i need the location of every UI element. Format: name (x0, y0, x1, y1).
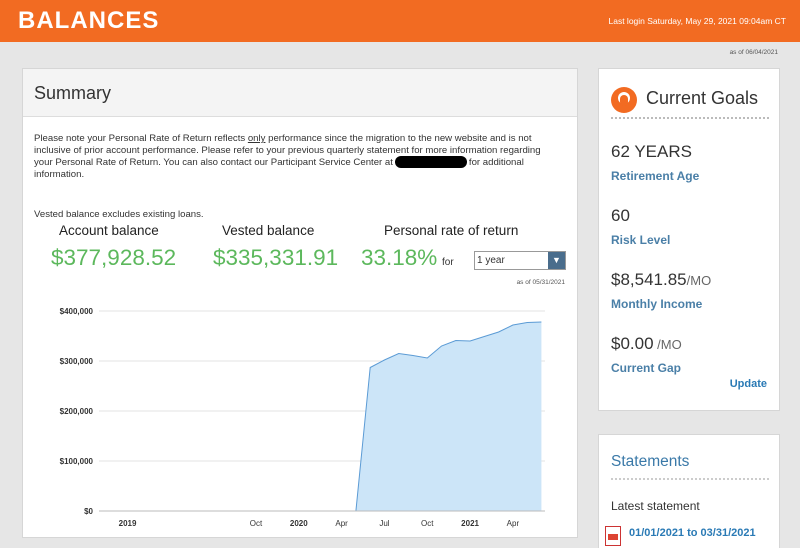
vested-balance-label: Vested balance (222, 223, 315, 238)
vested-note: Vested balance excludes existing loans. (34, 209, 204, 220)
rate-of-return-note: Please note your Personal Rate of Return… (34, 133, 554, 180)
note-underline: only (247, 133, 266, 144)
as-of-date: as of 06/04/2021 (729, 49, 778, 56)
risk-level-label: Risk Level (611, 233, 671, 247)
person-head-icon (611, 87, 637, 113)
goals-title: Current Goals (646, 88, 759, 108)
x-tick-label: Oct (421, 519, 434, 528)
period-select-value: 1 year (477, 255, 505, 266)
vested-balance-value: $335,331.91 (213, 245, 339, 270)
last-login-text: Last login Saturday, May 29, 2021 09:04a… (608, 16, 787, 26)
balance-area (113, 322, 542, 511)
statements-card: Statements Latest statement 01/01/2021 t… (598, 434, 780, 548)
statements-divider (611, 478, 769, 480)
period-select[interactable]: 1 year ▼ (474, 251, 566, 270)
monthly-income-unit: /MO (686, 273, 712, 288)
rate-of-return-value: 33.18% (361, 245, 438, 270)
y-tick-label: $100,000 (60, 457, 94, 466)
chart-as-of-date: as of 05/31/2021 (516, 279, 565, 286)
summary-card: Summary Please note your Personal Rate o… (22, 68, 578, 538)
x-tick-label: 2021 (461, 519, 479, 528)
monthly-income-label: Monthly Income (611, 297, 703, 311)
redacted-phone (394, 156, 467, 168)
balance-history-chart: $0 $100,000 $200,000 $300,000 $400,000 2019 Oc… (60, 307, 545, 528)
current-gap-unit: /MO (653, 337, 682, 352)
update-goals-link[interactable]: Update (730, 378, 767, 390)
account-balance-value: $377,928.52 (51, 245, 177, 270)
y-tick-label: $400,000 (60, 307, 94, 316)
page-title: BALANCES (18, 7, 160, 34)
x-tick-label: Jul (379, 519, 389, 528)
chevron-down-icon[interactable]: ▼ (548, 252, 565, 269)
x-tick-label: Oct (250, 519, 263, 528)
x-tick-label: 2019 (119, 519, 137, 528)
retirement-age-value: 62 YEARS (611, 142, 692, 161)
note-text-1: Please note your Personal Rate of Return… (34, 133, 248, 144)
pdf-icon[interactable] (605, 526, 621, 546)
current-gap-label: Current Gap (611, 361, 682, 375)
x-tick-label: 2020 (290, 519, 308, 528)
summary-header: Summary (23, 69, 577, 117)
rate-of-return-label: Personal rate of return (384, 223, 519, 238)
latest-statement-link[interactable]: 01/01/2021 to 03/31/2021 (629, 527, 756, 539)
current-goals-card: Current Goals 62 YEARS Retirement Age 60… (598, 68, 780, 411)
monthly-income-value: $8,541.85/MO (611, 270, 711, 290)
retirement-age-label: Retirement Age (611, 169, 700, 183)
current-gap-amount: $0.00 (611, 334, 654, 353)
top-bar: BALANCES Last login Saturday, May 29, 20… (0, 0, 800, 42)
y-tick-label: $0 (84, 507, 93, 516)
statements-title: Statements (611, 453, 690, 470)
account-balance-label: Account balance (59, 223, 159, 238)
risk-level-value: 60 (611, 206, 630, 225)
y-tick-label: $300,000 (60, 357, 94, 366)
monthly-income-amount: $8,541.85 (611, 270, 687, 289)
y-tick-label: $200,000 (60, 407, 94, 416)
x-tick-label: Apr (335, 519, 348, 528)
x-tick-label: Apr (507, 519, 520, 528)
current-gap-value: $0.00 /MO (611, 334, 682, 354)
for-label: for (442, 257, 454, 268)
summary-title: Summary (34, 83, 112, 103)
goals-header: Current Goals (611, 85, 769, 119)
latest-statement-label: Latest statement (611, 499, 700, 513)
